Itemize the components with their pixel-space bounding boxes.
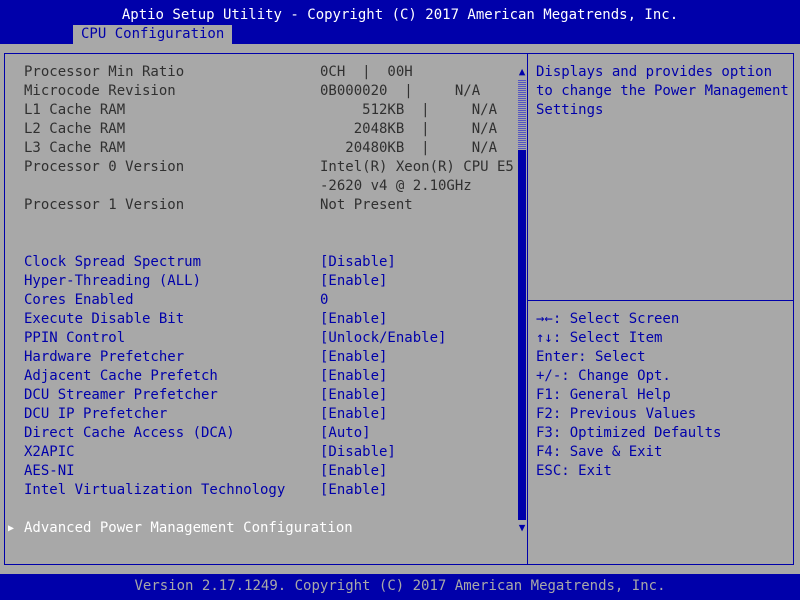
info-value-processor-min-ratio: 0CH | 00H — [320, 64, 413, 80]
setting-x2apic[interactable]: X2APIC — [24, 443, 75, 462]
key-save-exit: F4: Save & Exit — [536, 444, 663, 460]
setting-execute-disable-bit[interactable]: Execute Disable Bit — [24, 310, 184, 329]
setting-value-ppin-control[interactable]: [Unlock/Enable] — [320, 329, 446, 348]
scroll-down-icon[interactable]: ▼ — [515, 522, 529, 534]
help-line-3: Settings — [536, 102, 604, 118]
title-bar: Aptio Setup Utility - Copyright (C) 2017… — [0, 0, 800, 44]
setting-aes-ni[interactable]: AES-NI — [24, 462, 75, 481]
setting-dcu-ip-prefetcher[interactable]: DCU IP Prefetcher — [24, 405, 167, 424]
submenu-arrow-icon: ▶ — [8, 523, 15, 534]
setting-value-adjacent-cache-prefetch[interactable]: [Enable] — [320, 367, 387, 386]
scroll-up-icon[interactable]: ▲ — [515, 66, 529, 78]
setting-clock-spread-spectrum[interactable]: Clock Spread Spectrum — [24, 253, 201, 272]
footer-bar: Version 2.17.1249. Copyright (C) 2017 Am… — [0, 574, 800, 600]
info-label-l2-cache: L2 Cache RAM — [24, 121, 126, 137]
info-label-l3-cache: L3 Cache RAM — [24, 140, 126, 156]
tab-cpu-configuration[interactable]: CPU Configuration — [73, 25, 233, 44]
info-label-processor-1-version: Processor 1 Version — [24, 197, 185, 213]
setting-value-cores-enabled[interactable]: 0 — [320, 291, 328, 310]
info-label-processor-min-ratio: Processor Min Ratio — [24, 64, 185, 80]
info-value-l1-cache: 512KB | N/A — [320, 102, 498, 118]
setting-value-hyper-threading[interactable]: [Enable] — [320, 272, 387, 291]
info-value-processor-0-version: Intel(R) Xeon(R) CPU E5 — [320, 159, 514, 175]
setting-value-execute-disable-bit[interactable]: [Enable] — [320, 310, 387, 329]
info-label-microcode-revision: Microcode Revision — [24, 83, 176, 99]
setting-value-dcu-ip-prefetcher[interactable]: [Enable] — [320, 405, 387, 424]
key-select-screen: →←: Select Screen — [536, 311, 680, 327]
setting-value-intel-virtualization[interactable]: [Enable] — [320, 481, 387, 500]
setting-cores-enabled[interactable]: Cores Enabled — [24, 291, 134, 310]
setting-direct-cache-access[interactable]: Direct Cache Access (DCA) — [24, 424, 235, 443]
key-optimized-defaults: F3: Optimized Defaults — [536, 425, 722, 441]
setting-value-dcu-streamer-prefetcher[interactable]: [Enable] — [320, 386, 387, 405]
setting-value-x2apic[interactable]: [Disable] — [320, 443, 396, 462]
scroll-thumb[interactable] — [518, 80, 526, 150]
setting-value-clock-spread-spectrum[interactable]: [Disable] — [320, 253, 396, 272]
setting-hardware-prefetcher[interactable]: Hardware Prefetcher — [24, 348, 184, 367]
info-value-processor-0-version-cont: -2620 v4 @ 2.10GHz — [320, 178, 472, 194]
setting-ppin-control[interactable]: PPIN Control — [24, 329, 125, 348]
help-keys-divider — [527, 300, 794, 301]
app-title: Aptio Setup Utility - Copyright (C) 2017… — [121, 7, 679, 23]
key-change-opt: +/-: Change Opt. — [536, 368, 671, 384]
setting-hyper-threading[interactable]: Hyper-Threading (ALL) — [24, 272, 201, 291]
info-value-l2-cache: 2048KB | N/A — [320, 121, 498, 137]
setting-intel-virtualization[interactable]: Intel Virtualization Technology — [24, 481, 285, 500]
setting-dcu-streamer-prefetcher[interactable]: DCU Streamer Prefetcher — [24, 386, 218, 405]
scroll-track[interactable] — [518, 80, 526, 520]
main-panel: Processor Min Ratio 0CH | 00H Microcode … — [0, 44, 800, 574]
setting-value-hardware-prefetcher[interactable]: [Enable] — [320, 348, 387, 367]
setting-adjacent-cache-prefetch[interactable]: Adjacent Cache Prefetch — [24, 367, 218, 386]
key-general-help: F1: General Help — [536, 387, 671, 403]
submenu-advanced-power-management[interactable]: Advanced Power Management Configuration — [24, 519, 353, 538]
info-label-processor-0-version: Processor 0 Version — [24, 159, 185, 175]
help-line-2: to change the Power Management — [536, 83, 789, 99]
setting-value-direct-cache-access[interactable]: [Auto] — [320, 424, 371, 443]
info-label-l1-cache: L1 Cache RAM — [24, 102, 126, 118]
version-text: Version 2.17.1249. Copyright (C) 2017 Am… — [134, 578, 666, 594]
info-value-l3-cache: 20480KB | N/A — [320, 140, 498, 156]
info-value-microcode-revision: 0B000020 | N/A — [320, 83, 481, 99]
info-value-processor-1-version: Not Present — [320, 197, 413, 213]
key-select-item: ↑↓: Select Item — [536, 330, 663, 346]
key-previous-values: F2: Previous Values — [536, 406, 697, 422]
scrollbar[interactable]: ▲ ▼ — [515, 66, 529, 534]
help-line-1: Displays and provides option — [536, 64, 773, 80]
key-esc-exit: ESC: Exit — [536, 463, 612, 479]
setting-value-aes-ni[interactable]: [Enable] — [320, 462, 387, 481]
key-enter-select: Enter: Select — [536, 349, 646, 365]
